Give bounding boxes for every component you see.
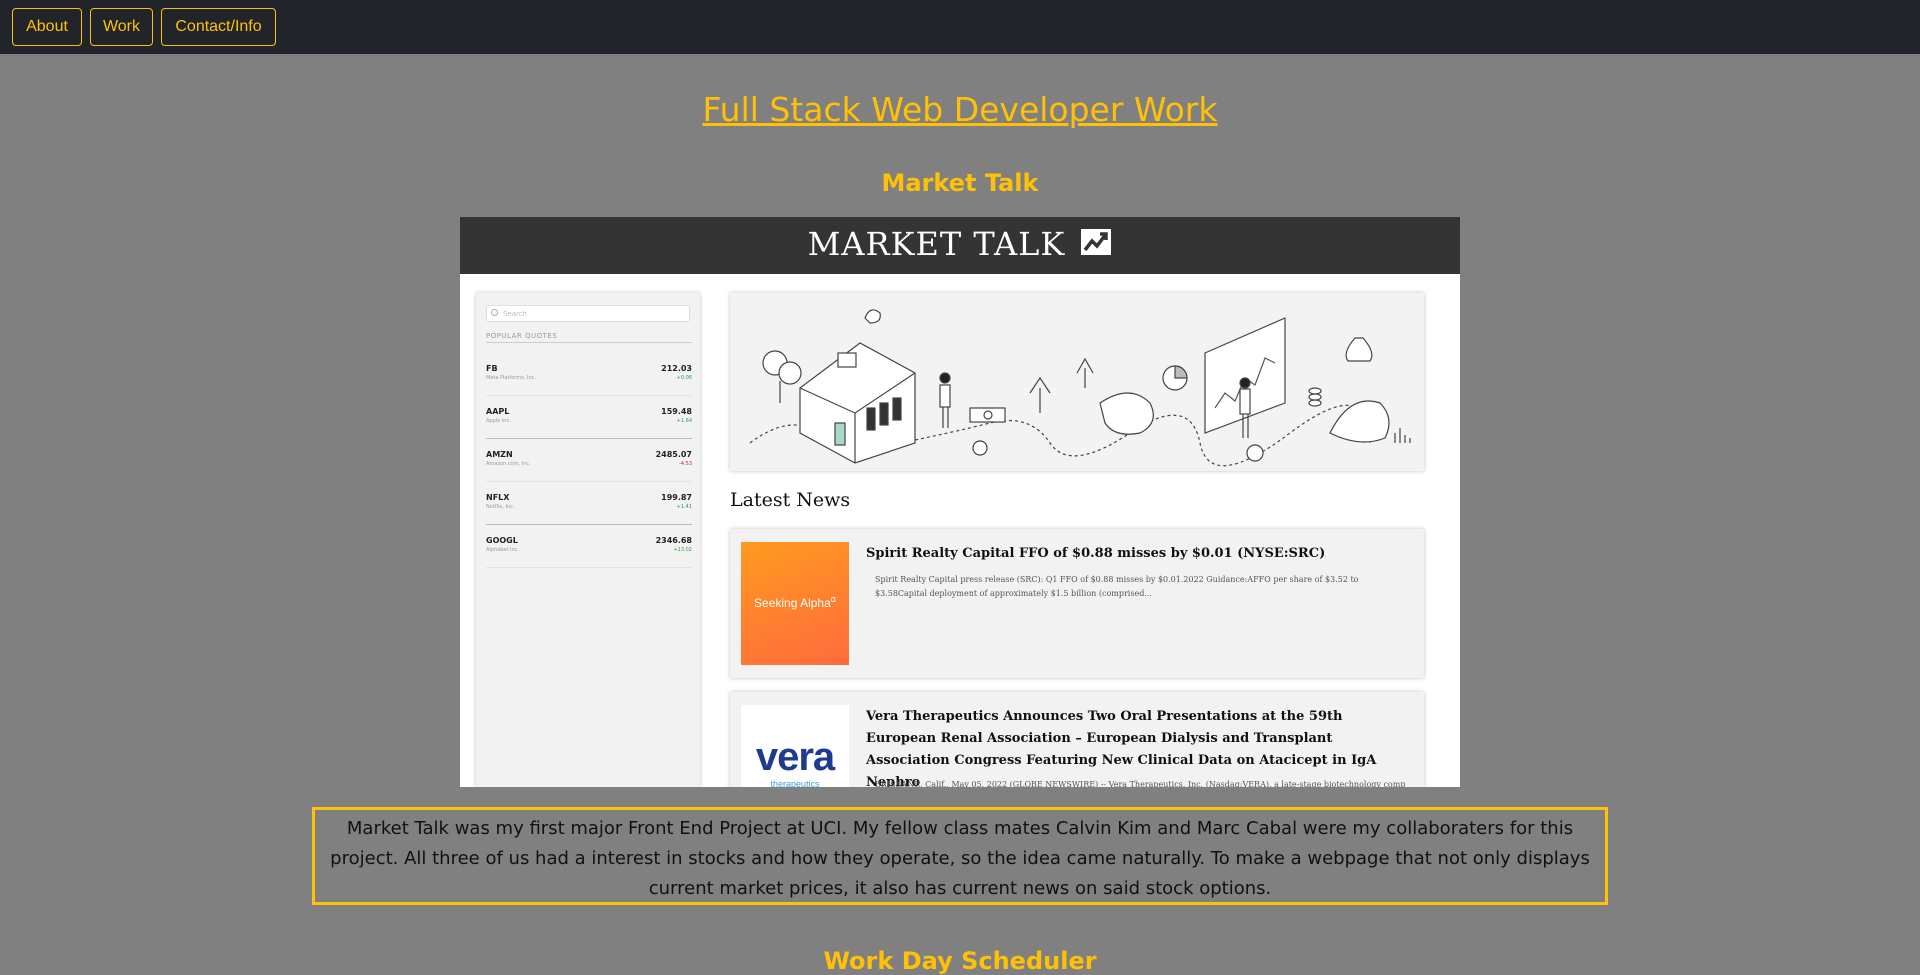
- navbar: About Work Contact/Info: [0, 0, 1920, 54]
- quote-symbol: NFLX: [486, 493, 510, 502]
- nav-contact-button[interactable]: Contact/Info: [161, 8, 276, 46]
- quote-item[interactable]: FB Meta Platforms, Inc. 212.03 +0.06: [486, 364, 692, 407]
- news-summary: Spirit Realty Capital press release (SRC…: [875, 575, 1359, 598]
- quote-item[interactable]: NFLX Netflix, Inc. 199.87 +1.41: [486, 493, 692, 536]
- popular-quotes-label: POPULAR QUOTES: [486, 332, 558, 340]
- quote-change: +13.02: [673, 547, 692, 553]
- quote-change: -4.53: [679, 461, 692, 467]
- news-headline[interactable]: Vera Therapeutics Announces Two Oral Pre…: [866, 706, 1406, 787]
- news-card[interactable]: Seeking Alphaα Spirit Realty Capital FFO…: [730, 529, 1424, 678]
- divider: [486, 342, 692, 343]
- chart-line-icon: [1081, 229, 1112, 255]
- divider: [486, 438, 692, 439]
- hero-illustration: [730, 293, 1424, 471]
- news-thumbnail: vera therapeutics: [741, 705, 849, 787]
- page-title: Full Stack Web Developer Work: [702, 90, 1218, 129]
- nav-about-button[interactable]: About: [12, 8, 82, 46]
- divider: [486, 524, 692, 525]
- quote-name: Amazon.com, Inc.: [486, 461, 531, 467]
- quote-symbol: FB: [486, 364, 498, 373]
- quote-name: Netflix, Inc.: [486, 504, 515, 510]
- screenshot-header: MARKET TALK: [460, 217, 1460, 274]
- search-placeholder: Search: [503, 310, 528, 318]
- quote-change: +0.06: [676, 375, 692, 381]
- news-card[interactable]: vera therapeutics Vera Therapeutics Anno…: [730, 692, 1424, 787]
- quote-price: 2346.68: [655, 536, 692, 545]
- quote-symbol: AMZN: [486, 450, 513, 459]
- quote-name: Alphabet Inc.: [486, 547, 519, 553]
- quote-change: +1.41: [676, 504, 692, 510]
- quotes-sidebar: Search POPULAR QUOTES FB Meta Platforms,…: [476, 293, 700, 787]
- search-icon: [491, 309, 498, 316]
- nav-work-button[interactable]: Work: [90, 8, 153, 46]
- quote-price: 2485.07: [655, 450, 692, 459]
- divider: [486, 481, 692, 482]
- quote-price: 199.87: [661, 493, 692, 502]
- divider: [486, 567, 692, 568]
- project-screenshot: MARKET TALK Search POPULAR QUOTES FB Met…: [460, 217, 1460, 787]
- quote-item[interactable]: AMZN Amazon.com, Inc. 2485.07 -4.53: [486, 450, 692, 493]
- quote-name: Apple Inc.: [486, 418, 511, 424]
- source-logo-sup: α: [830, 594, 836, 604]
- quote-search-input[interactable]: Search: [486, 305, 690, 322]
- screenshot-logo-text: MARKET TALK: [807, 225, 1066, 263]
- screenshot-logo: MARKET TALK: [460, 225, 1460, 263]
- quote-symbol: GOOGL: [486, 536, 518, 545]
- project-title: Market Talk: [881, 169, 1039, 197]
- news-headline[interactable]: Spirit Realty Capital FFO of $0.88 misse…: [866, 543, 1406, 565]
- quote-price: 212.03: [661, 364, 692, 373]
- source-logo-text: vera: [755, 735, 835, 779]
- source-logo-text: Seeking Alpha: [754, 596, 831, 610]
- next-project-title: Work Day Scheduler: [823, 947, 1097, 975]
- vera-logo-sub: therapeutics: [770, 779, 820, 787]
- quote-item[interactable]: GOOGL Alphabet Inc. 2346.68 +13.02: [486, 536, 692, 579]
- quote-name: Meta Platforms, Inc.: [486, 375, 536, 381]
- quote-change: +1.64: [676, 418, 692, 424]
- quote-item[interactable]: AAPL Apple Inc. 159.48 +1.64: [486, 407, 692, 450]
- quote-price: 159.48: [661, 407, 692, 416]
- divider: [486, 395, 692, 396]
- latest-news-heading: Latest News: [730, 489, 851, 511]
- market-illustration: [749, 309, 1411, 467]
- quote-symbol: AAPL: [486, 407, 510, 416]
- news-summary: BRISBANE, Calif., May 05, 2022 (GLOBE NE…: [875, 780, 1405, 787]
- vera-logo: vera: [741, 735, 849, 780]
- news-thumbnail: Seeking Alphaα: [741, 542, 849, 665]
- seeking-alpha-logo: Seeking Alphaα: [741, 594, 849, 610]
- project-description: Market Talk was my first major Front End…: [312, 807, 1608, 905]
